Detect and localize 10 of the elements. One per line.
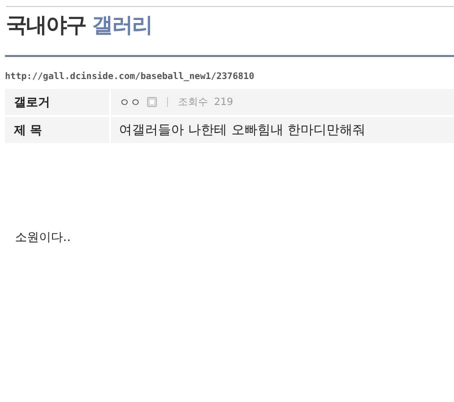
post-url: http://gall.dcinside.com/baseball_new1/2376810 (4, 70, 256, 84)
author-name[interactable]: ㅇㅇ (119, 94, 141, 110)
post-body: 소원이다.. (14, 229, 72, 246)
views-label: 조회수 (178, 96, 208, 109)
gallery-title: 국내야구 (6, 12, 86, 39)
subject-label: 제 목 (5, 117, 109, 143)
author-label: 갤로거 (5, 89, 109, 115)
gallery-title-suffix: 갤러리 (92, 12, 152, 39)
post-subject: 여갤러들아 나한테 오빠힘내 한마디만해줘 (119, 122, 366, 139)
views-count: 219 (214, 96, 234, 108)
